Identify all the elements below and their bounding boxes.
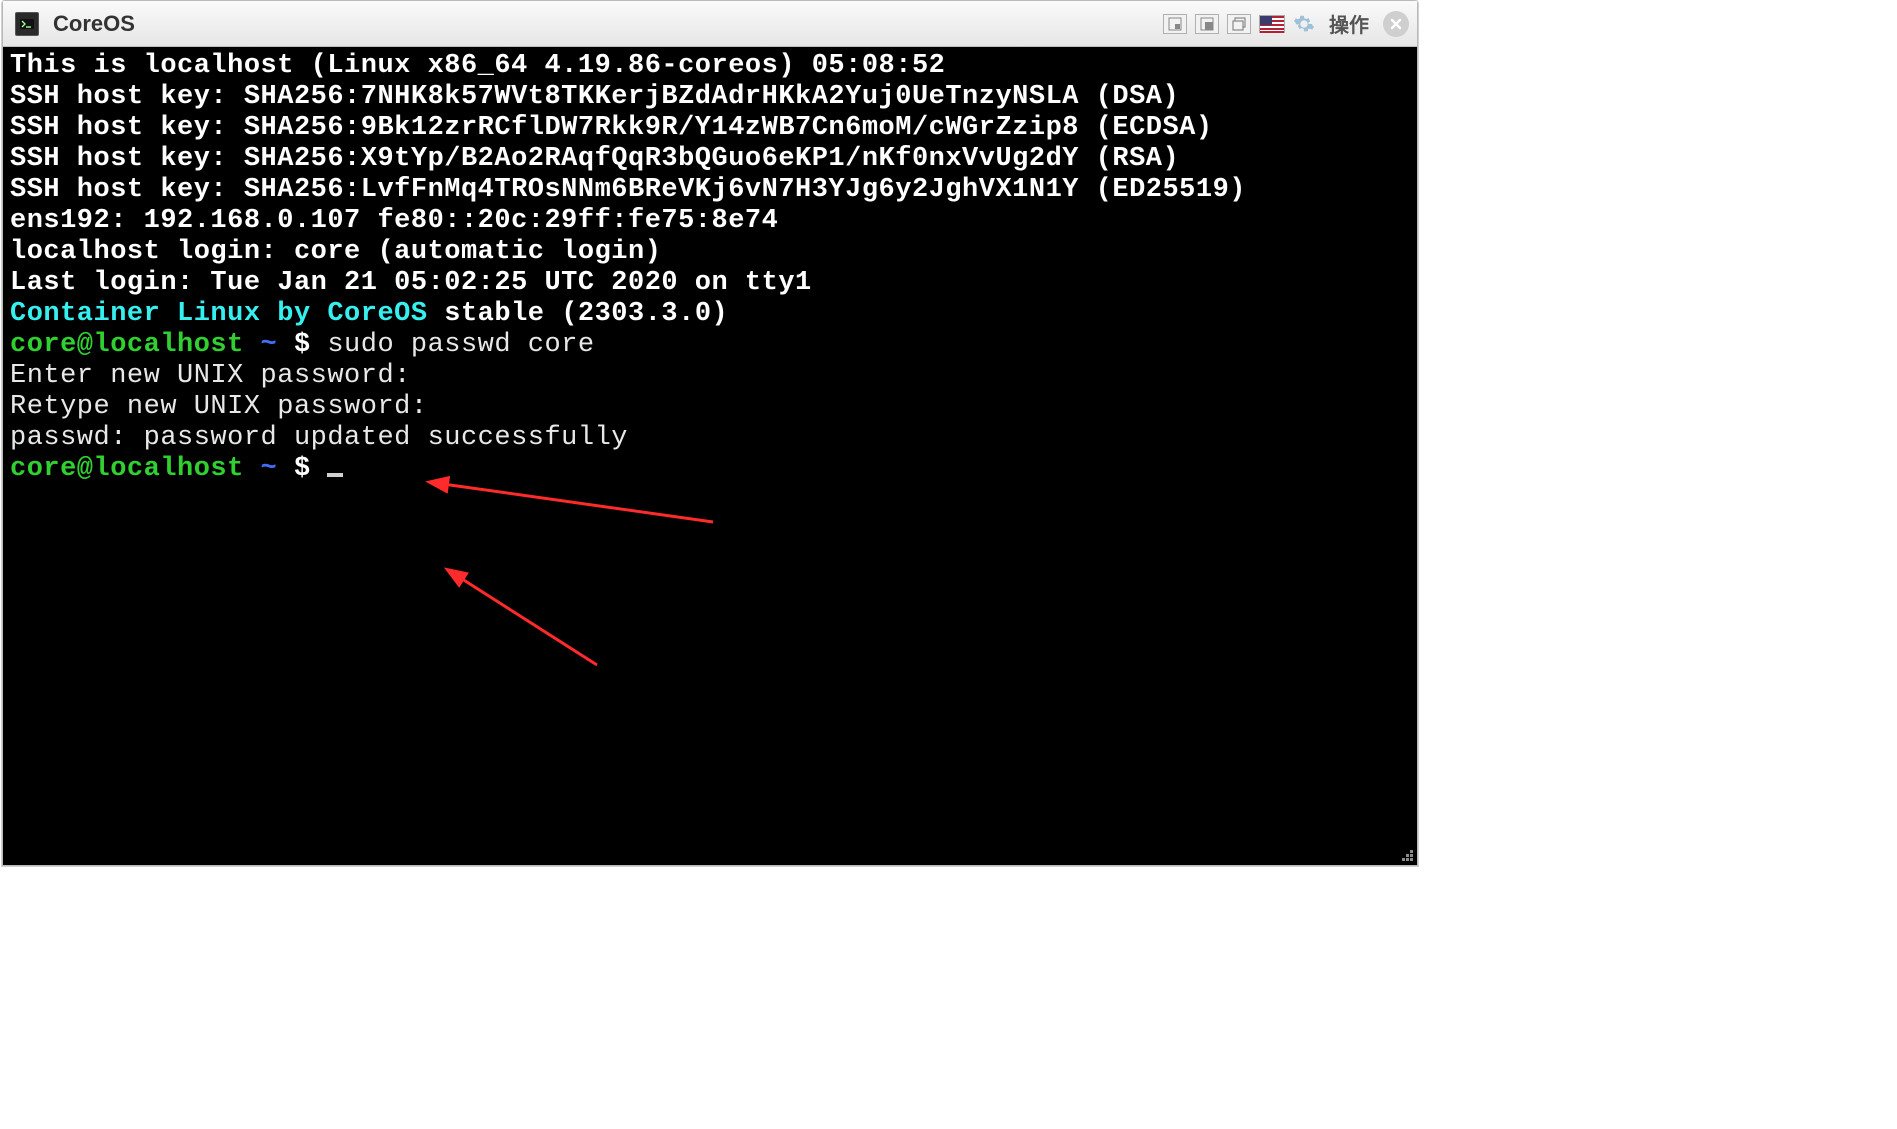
terminal-line: This is localhost (Linux x86_64 4.19.86-… [10, 51, 1410, 82]
terminal-line: SSH host key: SHA256:LvfFnMq4TROsNNm6BRe… [10, 175, 1410, 206]
window-title: CoreOS [53, 11, 135, 37]
terminal-line: passwd: password updated successfully [10, 423, 1410, 454]
terminal-line: ens192: 192.168.0.107 fe80::20c:29ff:fe7… [10, 206, 1410, 237]
prompt-cwd: ~ [244, 454, 294, 484]
prompt-cwd: ~ [244, 330, 294, 360]
terminal-line: Enter new UNIX password: [10, 361, 1410, 392]
prompt-line: core@localhost ~ $ sudo passwd core [10, 330, 1410, 361]
cursor [327, 473, 343, 477]
pip-large-button[interactable] [1195, 14, 1219, 34]
prompt-dollar: $ [294, 454, 327, 484]
terminal-line: localhost login: core (automatic login) [10, 237, 1410, 268]
prompt-command: sudo passwd core [327, 330, 594, 360]
resize-grip[interactable] [1397, 845, 1415, 863]
pip-small-button[interactable] [1163, 14, 1187, 34]
terminal-line: Container Linux by CoreOS stable (2303.3… [10, 299, 1410, 330]
terminal-line: Last login: Tue Jan 21 05:02:25 UTC 2020… [10, 268, 1410, 299]
us-flag-icon[interactable] [1259, 15, 1285, 33]
action-menu-label[interactable]: 操作 [1329, 9, 1369, 38]
vm-console-window: CoreOS 操作 This [2, 0, 1418, 866]
title-bar: CoreOS 操作 [3, 1, 1417, 47]
terminal-line: SSH host key: SHA256:9Bk12zrRCflDW7Rkk9R… [10, 113, 1410, 144]
terminal-line: SSH host key: SHA256:7NHK8k57WVt8TKKerjB… [10, 82, 1410, 113]
prompt-userhost: core@localhost [10, 330, 244, 360]
prompt-userhost: core@localhost [10, 454, 244, 484]
terminal-line: SSH host key: SHA256:X9tYp/B2Ao2RAqfQqR3… [10, 144, 1410, 175]
terminal-app-icon [15, 12, 39, 36]
distro-name: Container Linux by CoreOS [10, 299, 428, 329]
prompt-dollar: $ [294, 330, 327, 360]
prompt-line: core@localhost ~ $ [10, 454, 1410, 485]
terminal-line: Retype new UNIX password: [10, 392, 1410, 423]
close-button[interactable] [1383, 11, 1409, 37]
distro-version: stable (2303.3.0) [428, 299, 729, 329]
restore-window-button[interactable] [1227, 14, 1251, 34]
title-bar-controls: 操作 [1163, 1, 1409, 46]
terminal-output[interactable]: This is localhost (Linux x86_64 4.19.86-… [4, 47, 1416, 864]
gear-icon[interactable] [1293, 13, 1315, 35]
